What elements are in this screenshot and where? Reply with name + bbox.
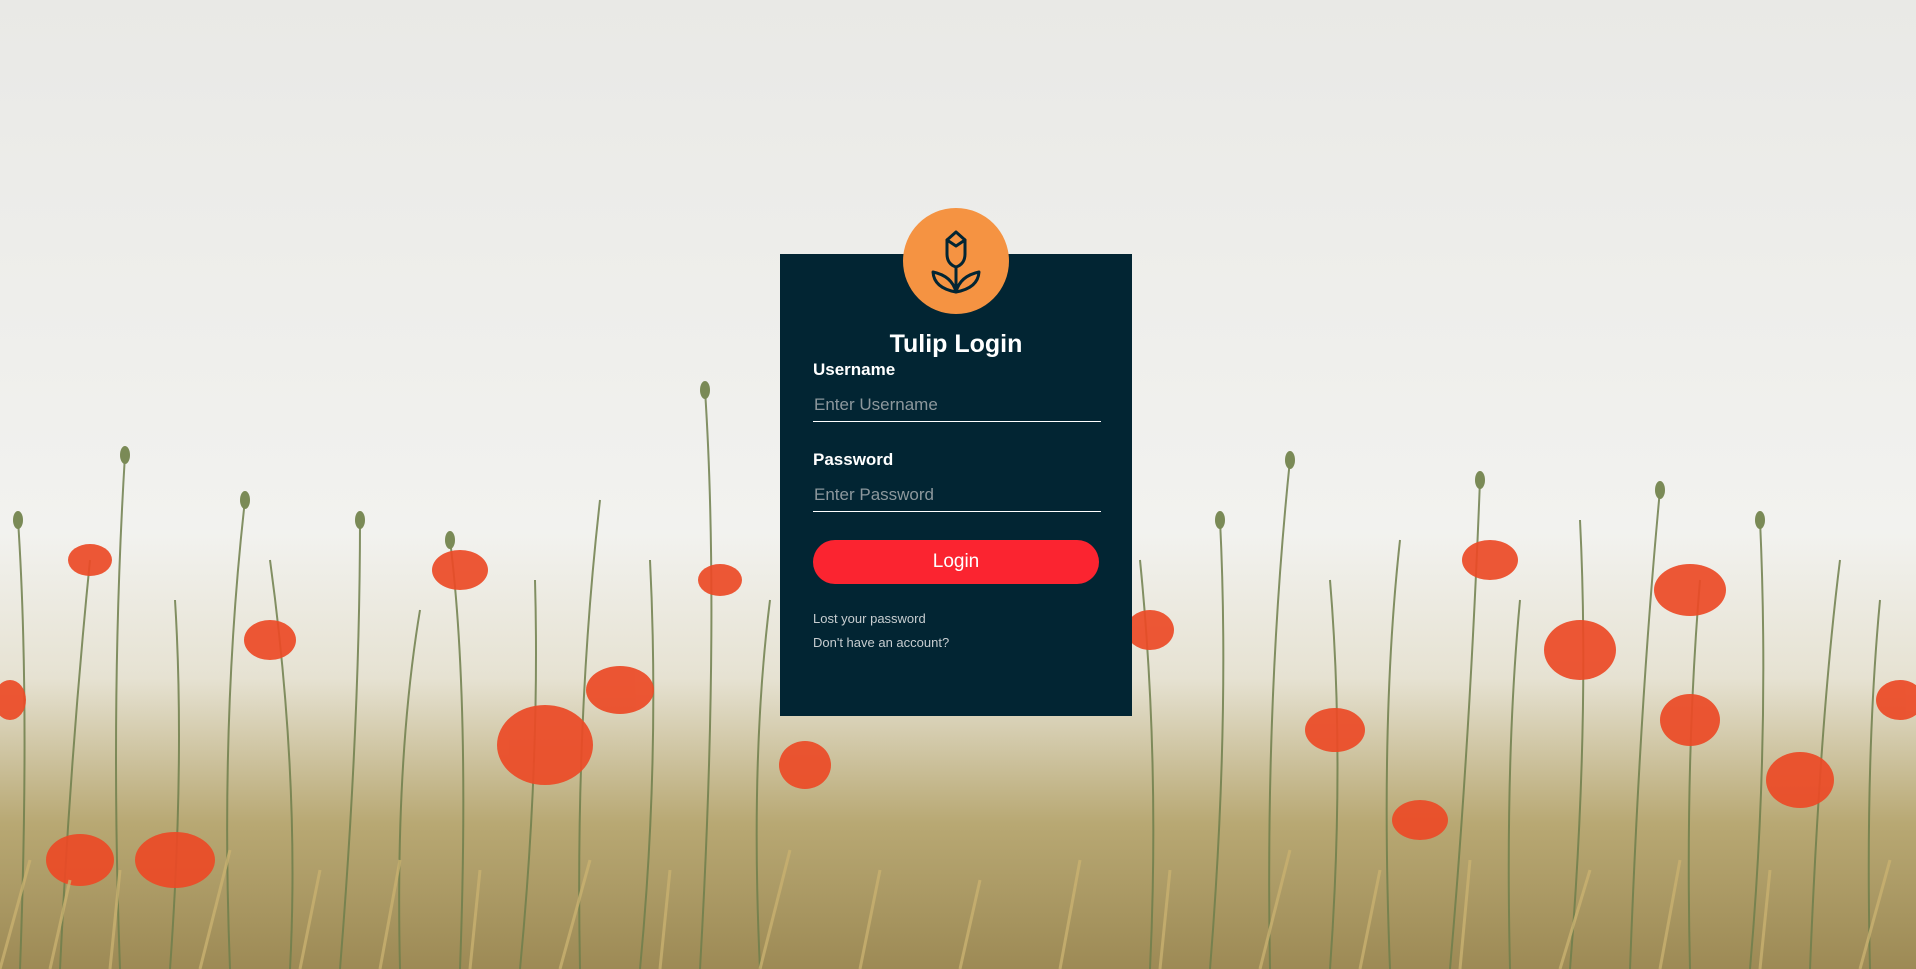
lost-password-link[interactable]: Lost your password — [813, 611, 926, 626]
username-field[interactable] — [813, 388, 1101, 422]
login-button[interactable]: Login — [813, 540, 1099, 584]
tulip-icon — [903, 208, 1009, 314]
page-title: Tulip Login — [889, 330, 1023, 358]
password-field[interactable] — [813, 478, 1101, 512]
password-label: Password — [813, 450, 894, 469]
login-panel: Tulip Login Username Password Login Lost… — [780, 208, 1132, 716]
login-page: Tulip Login Username Password Login Lost… — [0, 0, 1916, 969]
register-link[interactable]: Don't have an account? — [813, 635, 949, 650]
username-label: Username — [813, 360, 896, 379]
